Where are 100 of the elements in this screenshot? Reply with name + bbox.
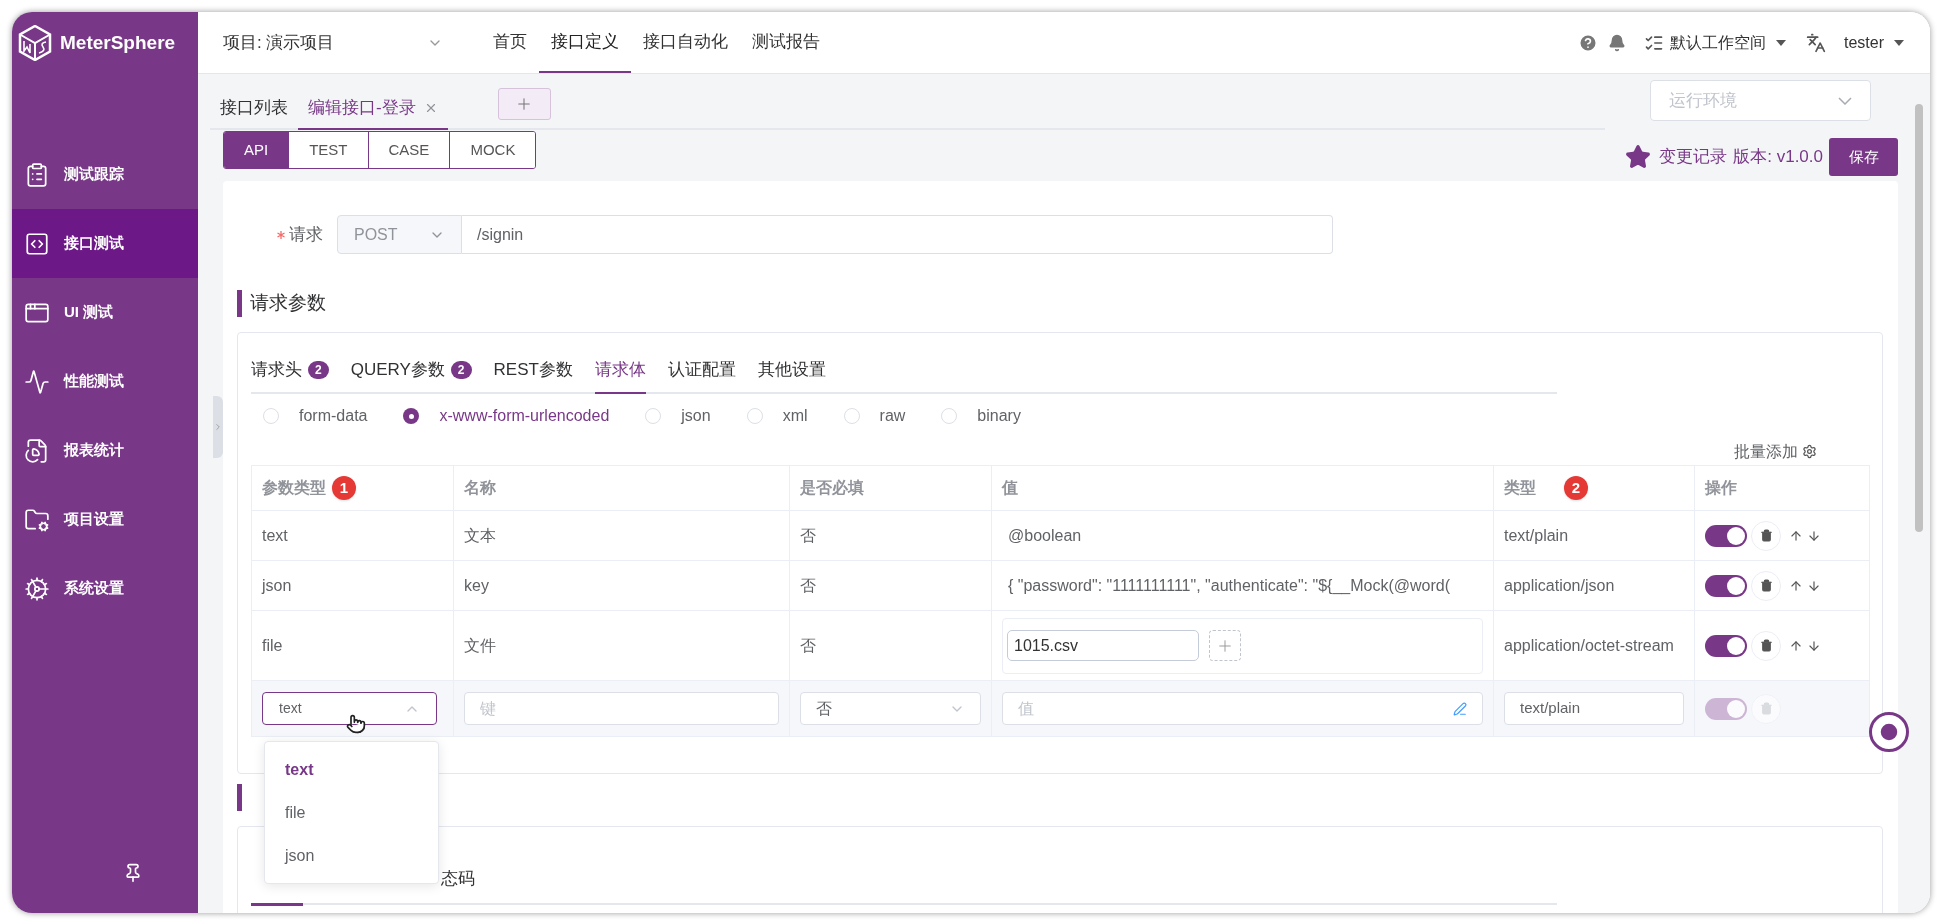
- collapse-handle[interactable]: [213, 396, 223, 458]
- request-label: 请求: [289, 223, 324, 246]
- sidebar-item[interactable]: 性能测试: [12, 347, 198, 416]
- toggle-switch[interactable]: [1705, 574, 1747, 597]
- param-tab[interactable]: REST参数: [493, 348, 573, 394]
- dropdown-option[interactable]: file: [265, 791, 438, 834]
- move-up-icon[interactable]: [1789, 578, 1803, 593]
- pin-icon[interactable]: [123, 863, 143, 883]
- mode-tab[interactable]: CASE: [367, 132, 450, 168]
- hand-cursor-icon: [346, 714, 366, 734]
- table-cell: text: [262, 526, 288, 544]
- dropdown-option[interactable]: text: [265, 748, 438, 791]
- save-button[interactable]: 保存: [1829, 138, 1898, 176]
- body-type-radio[interactable]: x-www-form-urlencoded: [403, 404, 610, 428]
- sidebar-item[interactable]: 系统设置: [12, 554, 198, 623]
- table-cell-text: @boolean: [1007, 526, 1082, 544]
- api-icon: [24, 230, 50, 257]
- user-menu[interactable]: tester: [1844, 30, 1904, 55]
- number-badge: 2: [1564, 476, 1588, 500]
- sidebar-item[interactable]: 报表统计: [12, 416, 198, 485]
- change-history-link[interactable]: 变更记录: [1659, 144, 1728, 170]
- pencil-icon[interactable]: [1453, 701, 1467, 716]
- sidebar-item[interactable]: 项目设置: [12, 485, 198, 554]
- workspace-select[interactable]: 默认工作空间: [1670, 30, 1786, 55]
- count-badge: 2: [450, 361, 472, 379]
- trash-icon: [1759, 702, 1773, 715]
- body-type-radio[interactable]: xml: [746, 404, 808, 428]
- mode-tab[interactable]: API: [224, 132, 289, 168]
- table-cell: 否: [800, 526, 816, 544]
- table-cell: json: [262, 576, 292, 594]
- help-icon[interactable]: [1578, 32, 1598, 53]
- table-cell-text: { "password": "1111111111", "authenticate": "${__Mock(@word(: [1007, 576, 1450, 594]
- clipboard-icon: [24, 161, 50, 188]
- column-header: 参数类型: [262, 478, 326, 498]
- param-tab[interactable]: 请求体: [594, 348, 646, 394]
- move-down-icon[interactable]: [1807, 578, 1821, 593]
- url-field[interactable]: /signin: [462, 215, 1333, 254]
- body-type-radio[interactable]: form-data: [263, 404, 368, 428]
- toggle-switch[interactable]: [1705, 524, 1747, 547]
- chevron-down-icon: [1838, 96, 1852, 105]
- file-field[interactable]: 1015.csv: [1007, 630, 1199, 661]
- settings-icon[interactable]: [1802, 444, 1817, 459]
- toggle-switch[interactable]: [1705, 634, 1747, 657]
- nav-item[interactable]: 接口定义: [539, 12, 631, 73]
- cube-logo-icon: [18, 25, 52, 61]
- column-header: 值: [1002, 478, 1018, 498]
- dropdown-option[interactable]: json: [265, 834, 438, 877]
- performance-icon: [24, 368, 50, 395]
- logo-text: MeterSphere: [60, 30, 176, 55]
- version-label: 版本: v1.0.0: [1733, 146, 1823, 169]
- section-marker: [237, 290, 242, 317]
- nav-item[interactable]: 首页: [481, 12, 539, 73]
- delete-button[interactable]: [1751, 520, 1781, 551]
- param-tab[interactable]: 认证配置: [667, 348, 736, 394]
- column-header: 类型: [1504, 478, 1536, 498]
- editor-tab[interactable]: 编辑接口-登录: [298, 88, 448, 130]
- trash-icon: [1759, 579, 1773, 592]
- delete-button[interactable]: [1751, 630, 1781, 661]
- trash-icon: [1759, 529, 1773, 542]
- column-header: 操作: [1705, 478, 1737, 498]
- batch-add-link[interactable]: 批量添加: [1734, 439, 1798, 464]
- response-tab[interactable]: 态码: [441, 866, 475, 892]
- number-badge: 1: [332, 476, 356, 500]
- param-tab[interactable]: QUERY参数 2: [350, 348, 472, 394]
- sidebar-item[interactable]: 测试跟踪: [12, 140, 198, 209]
- nav-item[interactable]: 测试报告: [740, 12, 832, 73]
- move-up-icon[interactable]: [1789, 638, 1803, 653]
- table-cell: 否: [800, 576, 816, 594]
- project-select[interactable]: 项目: 演示项目: [223, 29, 443, 56]
- param-tab[interactable]: 请求头 2: [251, 348, 329, 394]
- table-cell: 文本: [464, 526, 496, 544]
- move-up-icon[interactable]: [1789, 528, 1803, 543]
- body-type-radio[interactable]: json: [645, 404, 711, 428]
- sidebar-item[interactable]: 接口测试: [12, 209, 198, 278]
- project-icon: [24, 506, 50, 533]
- nav-item[interactable]: 接口自动化: [631, 12, 740, 73]
- table-cell: 文件: [464, 636, 496, 654]
- body-type-radio[interactable]: raw: [843, 404, 906, 428]
- delete-button[interactable]: [1751, 570, 1781, 601]
- table-cell: application/octet-stream: [1504, 636, 1674, 654]
- section-marker: [237, 784, 242, 811]
- body-type-radio[interactable]: binary: [941, 404, 1021, 428]
- table-cell: key: [464, 576, 489, 594]
- language-icon[interactable]: [1806, 32, 1826, 53]
- mode-tab[interactable]: MOCK: [449, 132, 536, 168]
- editor-tab[interactable]: 接口列表: [210, 88, 298, 130]
- trash-icon: [1759, 639, 1773, 652]
- table-cell: text/plain: [1504, 526, 1569, 544]
- table-cell: application/json: [1504, 576, 1615, 594]
- report-icon: [24, 437, 50, 464]
- bell-icon[interactable]: [1608, 33, 1626, 52]
- mode-tab[interactable]: TEST: [288, 132, 368, 168]
- section-title: 请求参数: [250, 291, 326, 316]
- column-header: 名称: [464, 478, 496, 498]
- sidebar-item[interactable]: UI 测试: [12, 278, 198, 347]
- column-header: 是否必填: [800, 478, 864, 498]
- star-icon[interactable]: [1625, 144, 1652, 170]
- param-tab[interactable]: 其他设置: [757, 348, 826, 394]
- move-down-icon[interactable]: [1807, 638, 1821, 653]
- move-down-icon[interactable]: [1807, 528, 1821, 543]
